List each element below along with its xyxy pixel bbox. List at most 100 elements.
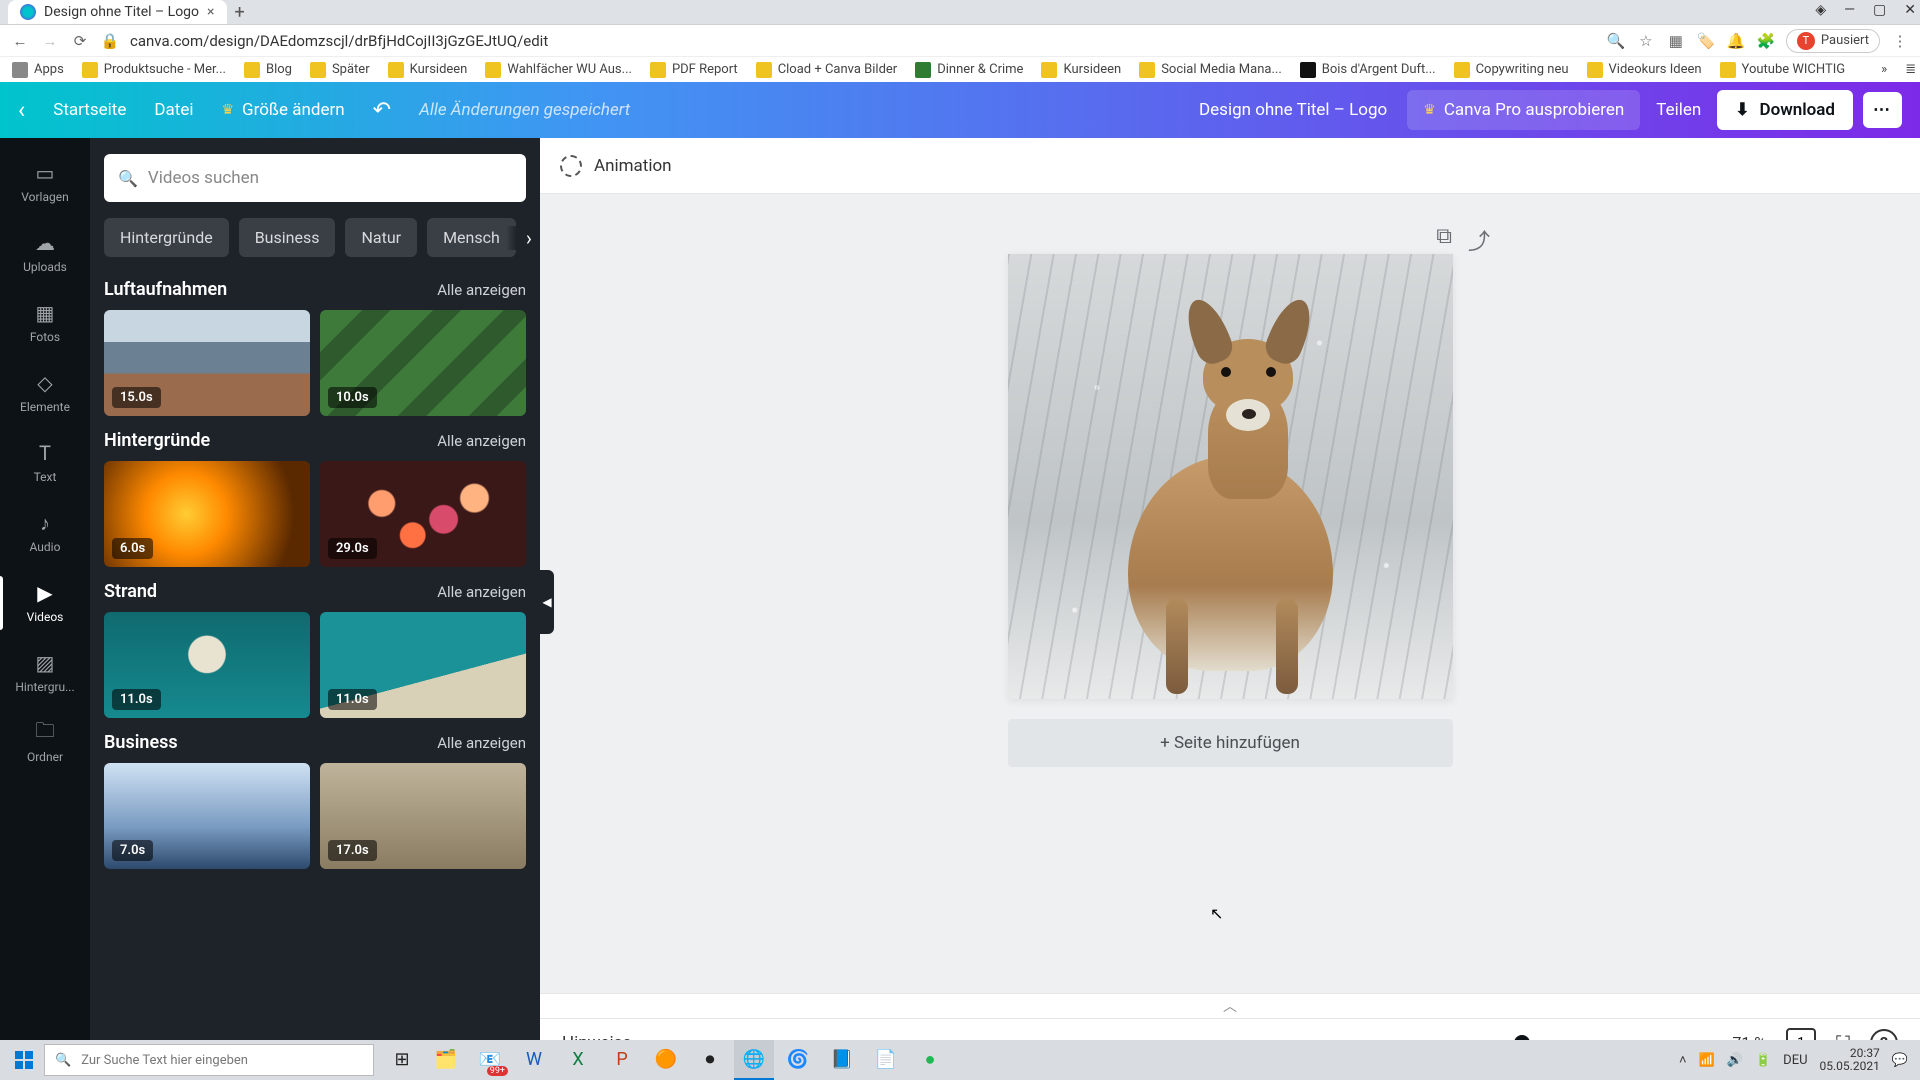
extensions-puzzle-icon[interactable]: 🧩 xyxy=(1756,31,1776,51)
filter-chip[interactable]: Business xyxy=(239,218,336,257)
powerpoint-icon[interactable]: P xyxy=(602,1040,642,1080)
back-icon[interactable]: ← xyxy=(10,31,30,51)
rail-videos[interactable]: ▶Videos xyxy=(0,568,90,638)
bookmark-item[interactable]: Videokurs Ideen xyxy=(1587,62,1702,78)
close-tab-icon[interactable]: × xyxy=(207,4,214,20)
bookmark-item[interactable]: Kursideen xyxy=(388,62,468,78)
bookmark-item[interactable]: Produktsuche - Mer... xyxy=(82,62,226,78)
resize-button[interactable]: ♛Größe ändern xyxy=(207,100,358,120)
taskbar-clock[interactable]: 20:37 05.05.2021 xyxy=(1820,1047,1880,1073)
bookmarks-overflow-icon[interactable]: » xyxy=(1881,62,1887,77)
forward-icon[interactable]: → xyxy=(40,31,60,51)
filter-chip[interactable]: Mensch xyxy=(427,218,516,257)
more-menu-button[interactable]: ⋯ xyxy=(1863,92,1902,128)
new-tab-button[interactable]: + xyxy=(235,2,245,23)
animation-button[interactable]: Animation xyxy=(594,156,672,176)
reading-list-button[interactable]: ≣Leseliste xyxy=(1905,62,1920,77)
bookmark-item[interactable]: Kursideen xyxy=(1041,62,1121,78)
spotify-icon[interactable]: ● xyxy=(910,1040,950,1080)
bookmark-item[interactable]: Copywriting neu xyxy=(1454,62,1569,78)
try-pro-button[interactable]: ♛Canva Pro ausprobieren xyxy=(1407,90,1640,130)
bookmark-item[interactable]: PDF Report xyxy=(650,62,738,78)
filter-chip[interactable]: Hintergründe xyxy=(104,218,229,257)
system-tray[interactable]: ˄ 📶 🔊 🔋 DEU 20:37 05.05.2021 💬 xyxy=(1679,1047,1916,1073)
address-bar[interactable]: canva.com/design/DAEdomzscjl/drBfjHdCojI… xyxy=(130,32,548,50)
bookmark-item[interactable]: Später xyxy=(310,62,370,78)
word-icon[interactable]: W xyxy=(514,1040,554,1080)
video-thumbnail[interactable]: 15.0s xyxy=(104,310,310,416)
language-indicator[interactable]: DEU xyxy=(1783,1053,1807,1068)
mail-icon[interactable]: 📧99+ xyxy=(470,1040,510,1080)
add-page-button[interactable]: + Seite hinzufügen xyxy=(1008,719,1453,767)
expand-timeline-icon[interactable]: ︿ xyxy=(540,993,1920,1018)
download-button[interactable]: ⬇Download xyxy=(1717,90,1853,130)
rail-templates[interactable]: ▭Vorlagen xyxy=(0,148,90,218)
see-all-link[interactable]: Alle anzeigen xyxy=(437,432,526,450)
app-icon[interactable]: 📘 xyxy=(822,1040,862,1080)
battery-icon[interactable]: 🔋 xyxy=(1755,1053,1771,1068)
home-link[interactable]: Startseite xyxy=(39,100,140,120)
notepad-icon[interactable]: 📄 xyxy=(866,1040,906,1080)
rail-photos[interactable]: ▦Fotos xyxy=(0,288,90,358)
maximize-icon[interactable]: ▢ xyxy=(1873,2,1886,18)
see-all-link[interactable]: Alle anzeigen xyxy=(437,583,526,601)
menu-kebab-icon[interactable]: ⋮ xyxy=(1890,31,1910,51)
file-menu[interactable]: Datei xyxy=(140,100,207,120)
bookmark-item[interactable]: Social Media Mana... xyxy=(1139,62,1282,78)
animation-icon[interactable] xyxy=(560,155,582,177)
video-thumbnail[interactable]: 7.0s xyxy=(104,763,310,869)
bookmark-item[interactable]: Blog xyxy=(244,62,292,78)
rail-background[interactable]: ▨Hintergru... xyxy=(0,638,90,708)
star-icon[interactable]: ☆ xyxy=(1636,31,1656,51)
zoom-addr-icon[interactable]: 🔍 xyxy=(1606,31,1626,51)
bookmark-item[interactable]: Youtube WICHTIG xyxy=(1720,62,1846,78)
bookmark-item[interactable]: Wahlfächer WU Aus... xyxy=(485,62,632,78)
excel-icon[interactable]: X xyxy=(558,1040,598,1080)
file-explorer-icon[interactable]: 🗂️ xyxy=(426,1040,466,1080)
canvas-page[interactable] xyxy=(1008,254,1453,699)
chips-scroll-right-icon[interactable]: › xyxy=(506,226,532,250)
rail-audio[interactable]: ♪Audio xyxy=(0,498,90,568)
duplicate-page-icon[interactable]: ⧉ xyxy=(1436,224,1452,256)
app-icon[interactable]: 🟠 xyxy=(646,1040,686,1080)
video-thumbnail[interactable]: 10.0s xyxy=(320,310,526,416)
minimize-icon[interactable]: — xyxy=(1844,2,1855,18)
chrome-icon[interactable]: 🌐 xyxy=(734,1040,774,1080)
qr-icon[interactable]: ▦ xyxy=(1666,31,1686,51)
filter-chip[interactable]: Natur xyxy=(345,218,417,257)
rail-folders[interactable]: 🗀Ordner xyxy=(0,708,90,778)
video-thumbnail[interactable]: 11.0s xyxy=(320,612,526,718)
obs-icon[interactable]: ⏺ xyxy=(690,1040,730,1080)
edge-icon[interactable]: 🌀 xyxy=(778,1040,818,1080)
rail-text[interactable]: TText xyxy=(0,428,90,498)
extension-icon-2[interactable]: 🔔 xyxy=(1726,31,1746,51)
video-thumbnail[interactable]: 6.0s xyxy=(104,461,310,567)
see-all-link[interactable]: Alle anzeigen xyxy=(437,734,526,752)
bookmark-item[interactable]: Bois d'Argent Duft... xyxy=(1300,62,1436,78)
document-title[interactable]: Design ohne Titel – Logo xyxy=(1199,100,1387,120)
volume-icon[interactable]: 🔊 xyxy=(1727,1053,1743,1068)
rail-uploads[interactable]: ☁Uploads xyxy=(0,218,90,288)
bookmark-item[interactable]: Dinner & Crime xyxy=(915,62,1023,78)
video-thumbnail[interactable]: 29.0s xyxy=(320,461,526,567)
notifications-icon[interactable]: 💬 xyxy=(1892,1053,1908,1068)
profile-chip[interactable]: T Pausiert xyxy=(1786,29,1880,53)
close-window-icon[interactable]: ✕ xyxy=(1904,2,1916,18)
wifi-icon[interactable]: 📶 xyxy=(1699,1053,1715,1068)
undo-icon[interactable]: ↶ xyxy=(359,98,405,123)
page-share-icon[interactable]: ⤴ xyxy=(1468,224,1490,256)
search-input[interactable] xyxy=(148,168,512,188)
rail-elements[interactable]: ◇Elemente xyxy=(0,358,90,428)
tray-chevron-icon[interactable]: ˄ xyxy=(1679,1052,1687,1068)
taskbar-search[interactable]: 🔍Zur Suche Text hier eingeben xyxy=(44,1044,374,1076)
bookmark-item[interactable]: Cload + Canva Bilder xyxy=(756,62,898,78)
video-thumbnail[interactable]: 17.0s xyxy=(320,763,526,869)
apps-shortcut[interactable]: Apps xyxy=(12,62,64,78)
extension-icon-1[interactable]: 🏷️ xyxy=(1696,31,1716,51)
video-thumbnail[interactable]: 11.0s xyxy=(104,612,310,718)
see-all-link[interactable]: Alle anzeigen xyxy=(437,281,526,299)
video-search[interactable]: 🔍 xyxy=(104,154,526,202)
back-arrow-icon[interactable]: ‹ xyxy=(18,96,39,124)
start-button[interactable] xyxy=(4,1040,44,1080)
browser-tab[interactable]: Design ohne Titel – Logo × xyxy=(8,0,227,24)
